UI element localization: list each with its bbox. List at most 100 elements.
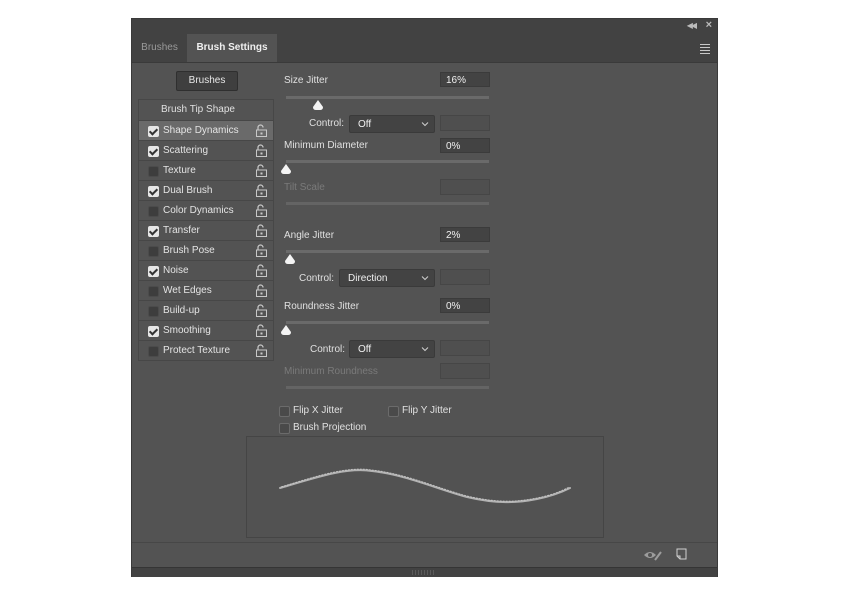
angle-jitter-label: Angle Jitter: [284, 230, 335, 241]
brush-option-color-dynamics[interactable]: Color Dynamics: [139, 201, 273, 221]
minimum-diameter-label: Minimum Diameter: [284, 140, 368, 151]
brush-option-brush-pose[interactable]: Brush Pose: [139, 241, 273, 261]
minimum-roundness-slider-track: [286, 386, 489, 389]
collapse-panel-icon[interactable]: ◀◀: [687, 21, 697, 30]
unlock-icon[interactable]: [256, 344, 267, 357]
roundness-jitter-slider-track[interactable]: [286, 321, 489, 324]
brush-option-dual-brush[interactable]: Dual Brush: [139, 181, 273, 201]
roundness-control-value: Off: [358, 344, 372, 355]
option-label: Scattering: [163, 145, 209, 156]
chevron-down-icon: [421, 276, 429, 281]
unlock-icon[interactable]: [256, 264, 267, 277]
option-checkbox[interactable]: [148, 306, 159, 317]
unlock-icon[interactable]: [256, 324, 267, 337]
tab-bar: Brushes Brush Settings: [132, 34, 717, 63]
brush-option-shape-dynamics[interactable]: Shape Dynamics: [139, 121, 273, 141]
brush-option-transfer[interactable]: Transfer: [139, 221, 273, 241]
size-control-value: Off: [358, 119, 372, 130]
angle-control-dropdown[interactable]: Direction: [339, 269, 435, 287]
option-checkbox[interactable]: [148, 326, 159, 337]
size-jitter-input[interactable]: 16%: [440, 72, 490, 87]
panel-footer: [132, 567, 717, 577]
option-checkbox[interactable]: [148, 266, 159, 277]
option-checkbox[interactable]: [148, 286, 159, 297]
brush-option-build-up[interactable]: Build-up: [139, 301, 273, 321]
panel-title-bar: ◀◀ ×: [132, 19, 717, 34]
roundness-control-extra-input: [440, 340, 490, 356]
tilt-scale-slider-track: [286, 202, 489, 205]
roundness-jitter-slider-thumb[interactable]: [281, 325, 291, 335]
brush-option-scattering[interactable]: Scattering: [139, 141, 273, 161]
brush-stroke-preview: [246, 436, 604, 538]
hamburger-menu-icon[interactable]: [700, 44, 710, 54]
unlock-icon[interactable]: [256, 144, 267, 157]
resize-grip[interactable]: [412, 570, 434, 575]
unlock-icon[interactable]: [256, 224, 267, 237]
unlock-icon[interactable]: [256, 124, 267, 137]
brush-option-smoothing[interactable]: Smoothing: [139, 321, 273, 341]
size-jitter-slider-thumb[interactable]: [313, 100, 324, 110]
panel-bottom-bar: [132, 542, 717, 567]
option-checkbox[interactable]: [148, 146, 159, 157]
option-checkbox[interactable]: [148, 206, 159, 217]
close-icon[interactable]: ×: [706, 19, 712, 31]
brush-projection-label: Brush Projection: [293, 422, 367, 433]
option-label: Dual Brush: [163, 185, 213, 196]
brush-option-texture[interactable]: Texture: [139, 161, 273, 181]
option-label: Color Dynamics: [163, 205, 234, 216]
option-checkbox[interactable]: [148, 126, 159, 137]
size-jitter-slider-track[interactable]: [286, 96, 489, 99]
brush-stroke-preview-image: [279, 468, 571, 504]
brush-option-protect-texture[interactable]: Protect Texture: [139, 341, 273, 360]
option-checkbox[interactable]: [148, 186, 159, 197]
option-label: Wet Edges: [163, 285, 212, 296]
option-label: Build-up: [163, 305, 200, 316]
unlock-icon[interactable]: [256, 244, 267, 257]
roundness-jitter-label: Roundness Jitter: [284, 301, 360, 312]
brushes-button[interactable]: Brushes: [176, 71, 238, 91]
unlock-icon[interactable]: [256, 304, 267, 317]
eye-toggle-icon[interactable]: [643, 549, 663, 561]
angle-jitter-input[interactable]: 2%: [440, 227, 490, 242]
tab-brush-settings[interactable]: Brush Settings: [187, 34, 277, 62]
chevron-down-icon: [421, 122, 429, 127]
option-label: Brush Pose: [163, 245, 215, 256]
angle-jitter-slider-track[interactable]: [286, 250, 489, 253]
size-control-extra-input: [440, 115, 490, 131]
angle-control-value: Direction: [348, 273, 388, 284]
option-label: Texture: [163, 165, 196, 176]
brush-settings-panel: ◀◀ × Brushes Brush Settings Brushes Brus…: [132, 19, 717, 577]
minimum-roundness-label: Minimum Roundness: [284, 366, 378, 377]
unlock-icon[interactable]: [256, 164, 267, 177]
angle-jitter-slider-thumb[interactable]: [285, 254, 296, 264]
minimum-diameter-slider-track[interactable]: [286, 160, 489, 163]
option-checkbox[interactable]: [148, 166, 159, 177]
unlock-icon[interactable]: [256, 184, 267, 197]
angle-control-label: Control:: [299, 273, 335, 284]
brush-option-wet-edges[interactable]: Wet Edges: [139, 281, 273, 301]
brush-options-list: Brush Tip Shape Shape Dynamics Scattering…: [138, 99, 274, 361]
angle-control-extra-input: [440, 269, 490, 285]
option-label: Noise: [163, 265, 189, 276]
minimum-roundness-input: [440, 363, 490, 379]
option-label: Smoothing: [163, 325, 211, 336]
flip-x-jitter-label: Flip X Jitter: [293, 405, 344, 416]
roundness-control-dropdown[interactable]: Off: [349, 340, 435, 358]
unlock-icon[interactable]: [256, 204, 267, 217]
option-label: Protect Texture: [163, 345, 231, 356]
tab-brushes[interactable]: Brushes: [132, 34, 187, 62]
create-new-brush-icon[interactable]: [676, 548, 687, 560]
size-control-dropdown[interactable]: Off: [349, 115, 435, 133]
unlock-icon[interactable]: [256, 284, 267, 297]
minimum-diameter-slider-thumb[interactable]: [281, 164, 291, 174]
flip-y-jitter-label: Flip Y Jitter: [402, 405, 452, 416]
checkbox-box: [279, 423, 290, 434]
option-checkbox[interactable]: [148, 246, 159, 257]
brush-option-noise[interactable]: Noise: [139, 261, 273, 281]
option-checkbox[interactable]: [148, 226, 159, 237]
brush-tip-shape-item[interactable]: Brush Tip Shape: [139, 100, 273, 121]
tilt-scale-label: Tilt Scale: [284, 182, 325, 193]
roundness-jitter-input[interactable]: 0%: [440, 298, 490, 313]
option-checkbox[interactable]: [148, 346, 159, 357]
minimum-diameter-input[interactable]: 0%: [440, 138, 490, 153]
